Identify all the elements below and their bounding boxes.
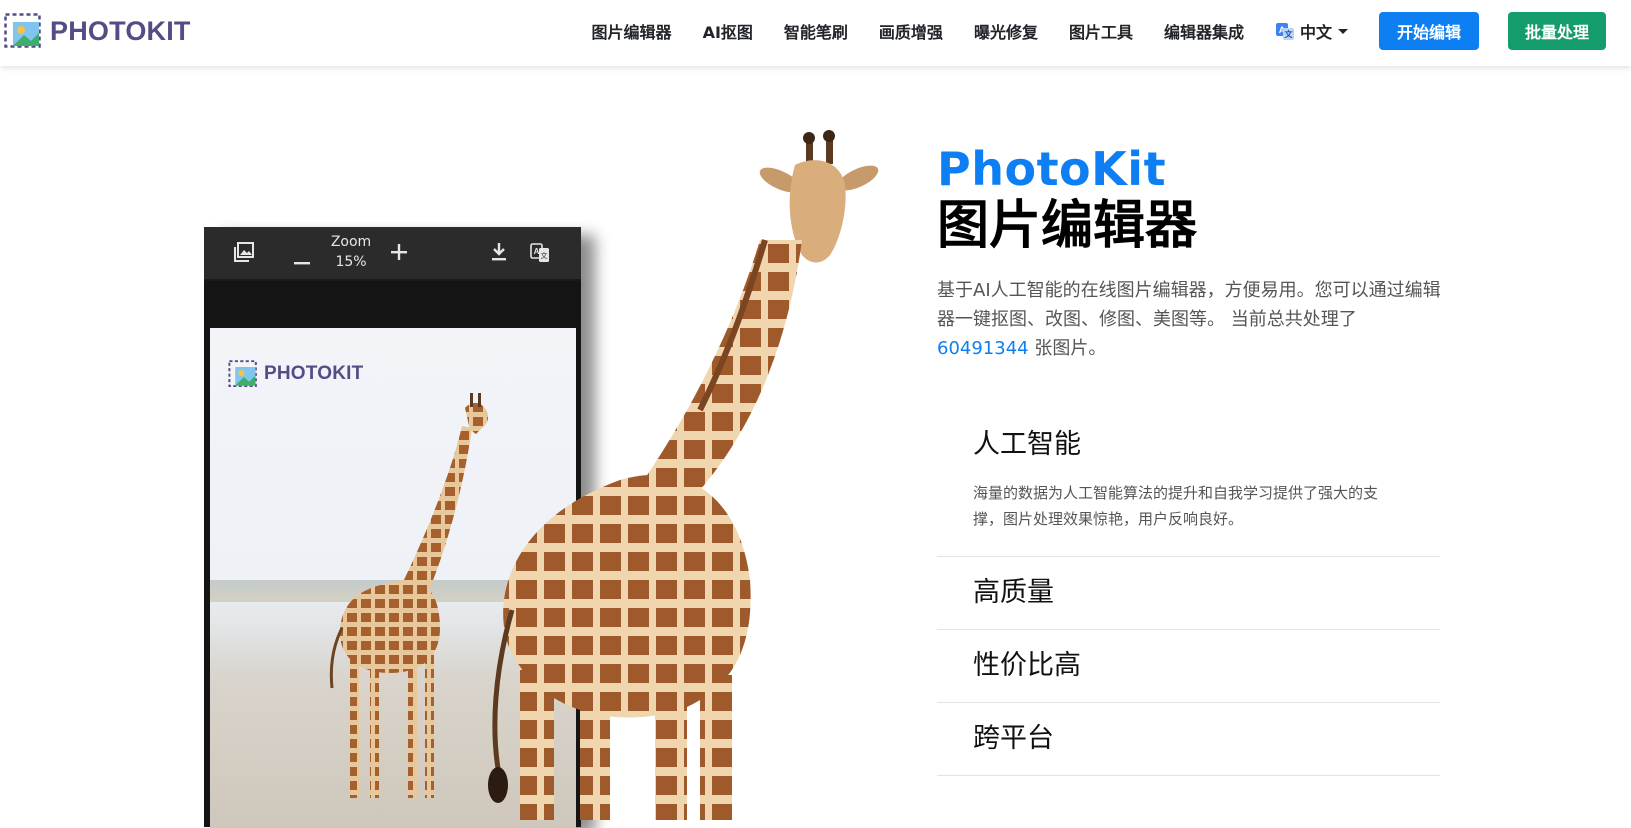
processed-count: 60491344	[937, 338, 1029, 359]
page-title: 图片编辑器	[937, 196, 1198, 256]
nav-image-tools[interactable]: 图片工具	[1069, 19, 1133, 43]
zoom-in-icon[interactable]	[391, 244, 407, 264]
chevron-down-icon	[1338, 28, 1348, 34]
translate-icon: A 文	[1275, 21, 1295, 41]
photokit-logo-icon	[228, 360, 258, 388]
zoom-indicator: Zoom 15%	[321, 232, 381, 272]
nav-exposure-fix[interactable]: 曝光修复	[974, 19, 1038, 43]
feature-item-high-quality[interactable]: 高质量	[937, 557, 1440, 630]
zoom-label: Zoom	[330, 234, 372, 250]
hero-brand-title: PhotoKit	[937, 142, 1167, 196]
photokit-logo-icon	[4, 13, 42, 49]
giraffe-hero-image	[488, 130, 879, 820]
nav-ai-cutout[interactable]: AI抠图	[703, 19, 753, 43]
canvas-brand-name: PHOTOKIT	[264, 363, 364, 384]
main-nav: 图片编辑器 AI抠图 智能笔刷 画质增强 曝光修复 图片工具 编辑器集成 A 文…	[592, 0, 1631, 62]
hero-description-text: 基于AI人工智能的在线图片编辑器，方便易用。您可以通过编辑器一键抠图、改图、修图…	[937, 280, 1441, 330]
top-navbar: PHOTOKIT 图片编辑器 AI抠图 智能笔刷 画质增强 曝光修复 图片工具 …	[0, 0, 1631, 66]
feature-title: 人工智能	[973, 429, 1081, 460]
feature-title: 高质量	[973, 577, 1054, 608]
feature-description: 海量的数据为人工智能算法的提升和自我学习提供了强大的支撑，图片处理效果惊艳，用户…	[973, 484, 1379, 528]
canvas-watermark-brand: PHOTOKIT	[228, 360, 363, 388]
language-dropdown[interactable]: A 文 中文	[1275, 19, 1348, 43]
start-editing-button[interactable]: 开始编辑	[1379, 12, 1479, 50]
feature-item-cost-effective[interactable]: 性价比高	[937, 630, 1440, 703]
hero-content: PhotoKit 图片编辑器 基于AI人工智能的在线图片编辑器，方便易用。您可以…	[937, 142, 1442, 363]
batch-process-button[interactable]: 批量处理	[1508, 12, 1606, 50]
brand-name: PHOTOKIT	[50, 15, 191, 46]
language-label: 中文	[1299, 23, 1332, 42]
zoom-value: 15%	[335, 254, 367, 270]
brand-logo-link[interactable]: PHOTOKIT	[4, 13, 191, 49]
feature-item-cross-platform[interactable]: 跨平台	[937, 703, 1440, 776]
zoom-out-icon[interactable]	[294, 251, 310, 270]
feature-item-ai[interactable]: 人工智能 海量的数据为人工智能算法的提升和自我学习提供了强大的支撑，图片处理效果…	[937, 410, 1440, 557]
feature-accordion: 人工智能 海量的数据为人工智能算法的提升和自我学习提供了强大的支撑，图片处理效果…	[937, 410, 1440, 776]
nav-quality-enhance[interactable]: 画质增强	[879, 19, 943, 43]
image-gallery-icon[interactable]	[234, 242, 254, 266]
feature-title: 性价比高	[973, 650, 1081, 681]
feature-title: 跨平台	[973, 723, 1054, 754]
nav-editor-integration[interactable]: 编辑器集成	[1164, 19, 1244, 43]
processed-count-suffix: 张图片。	[1028, 338, 1107, 359]
hero-description: 基于AI人工智能的在线图片编辑器，方便易用。您可以通过编辑器一键抠图、改图、修图…	[937, 276, 1442, 363]
nav-image-editor[interactable]: 图片编辑器	[592, 19, 672, 43]
svg-text:文: 文	[1284, 29, 1293, 39]
nav-smart-brush[interactable]: 智能笔刷	[784, 19, 848, 43]
